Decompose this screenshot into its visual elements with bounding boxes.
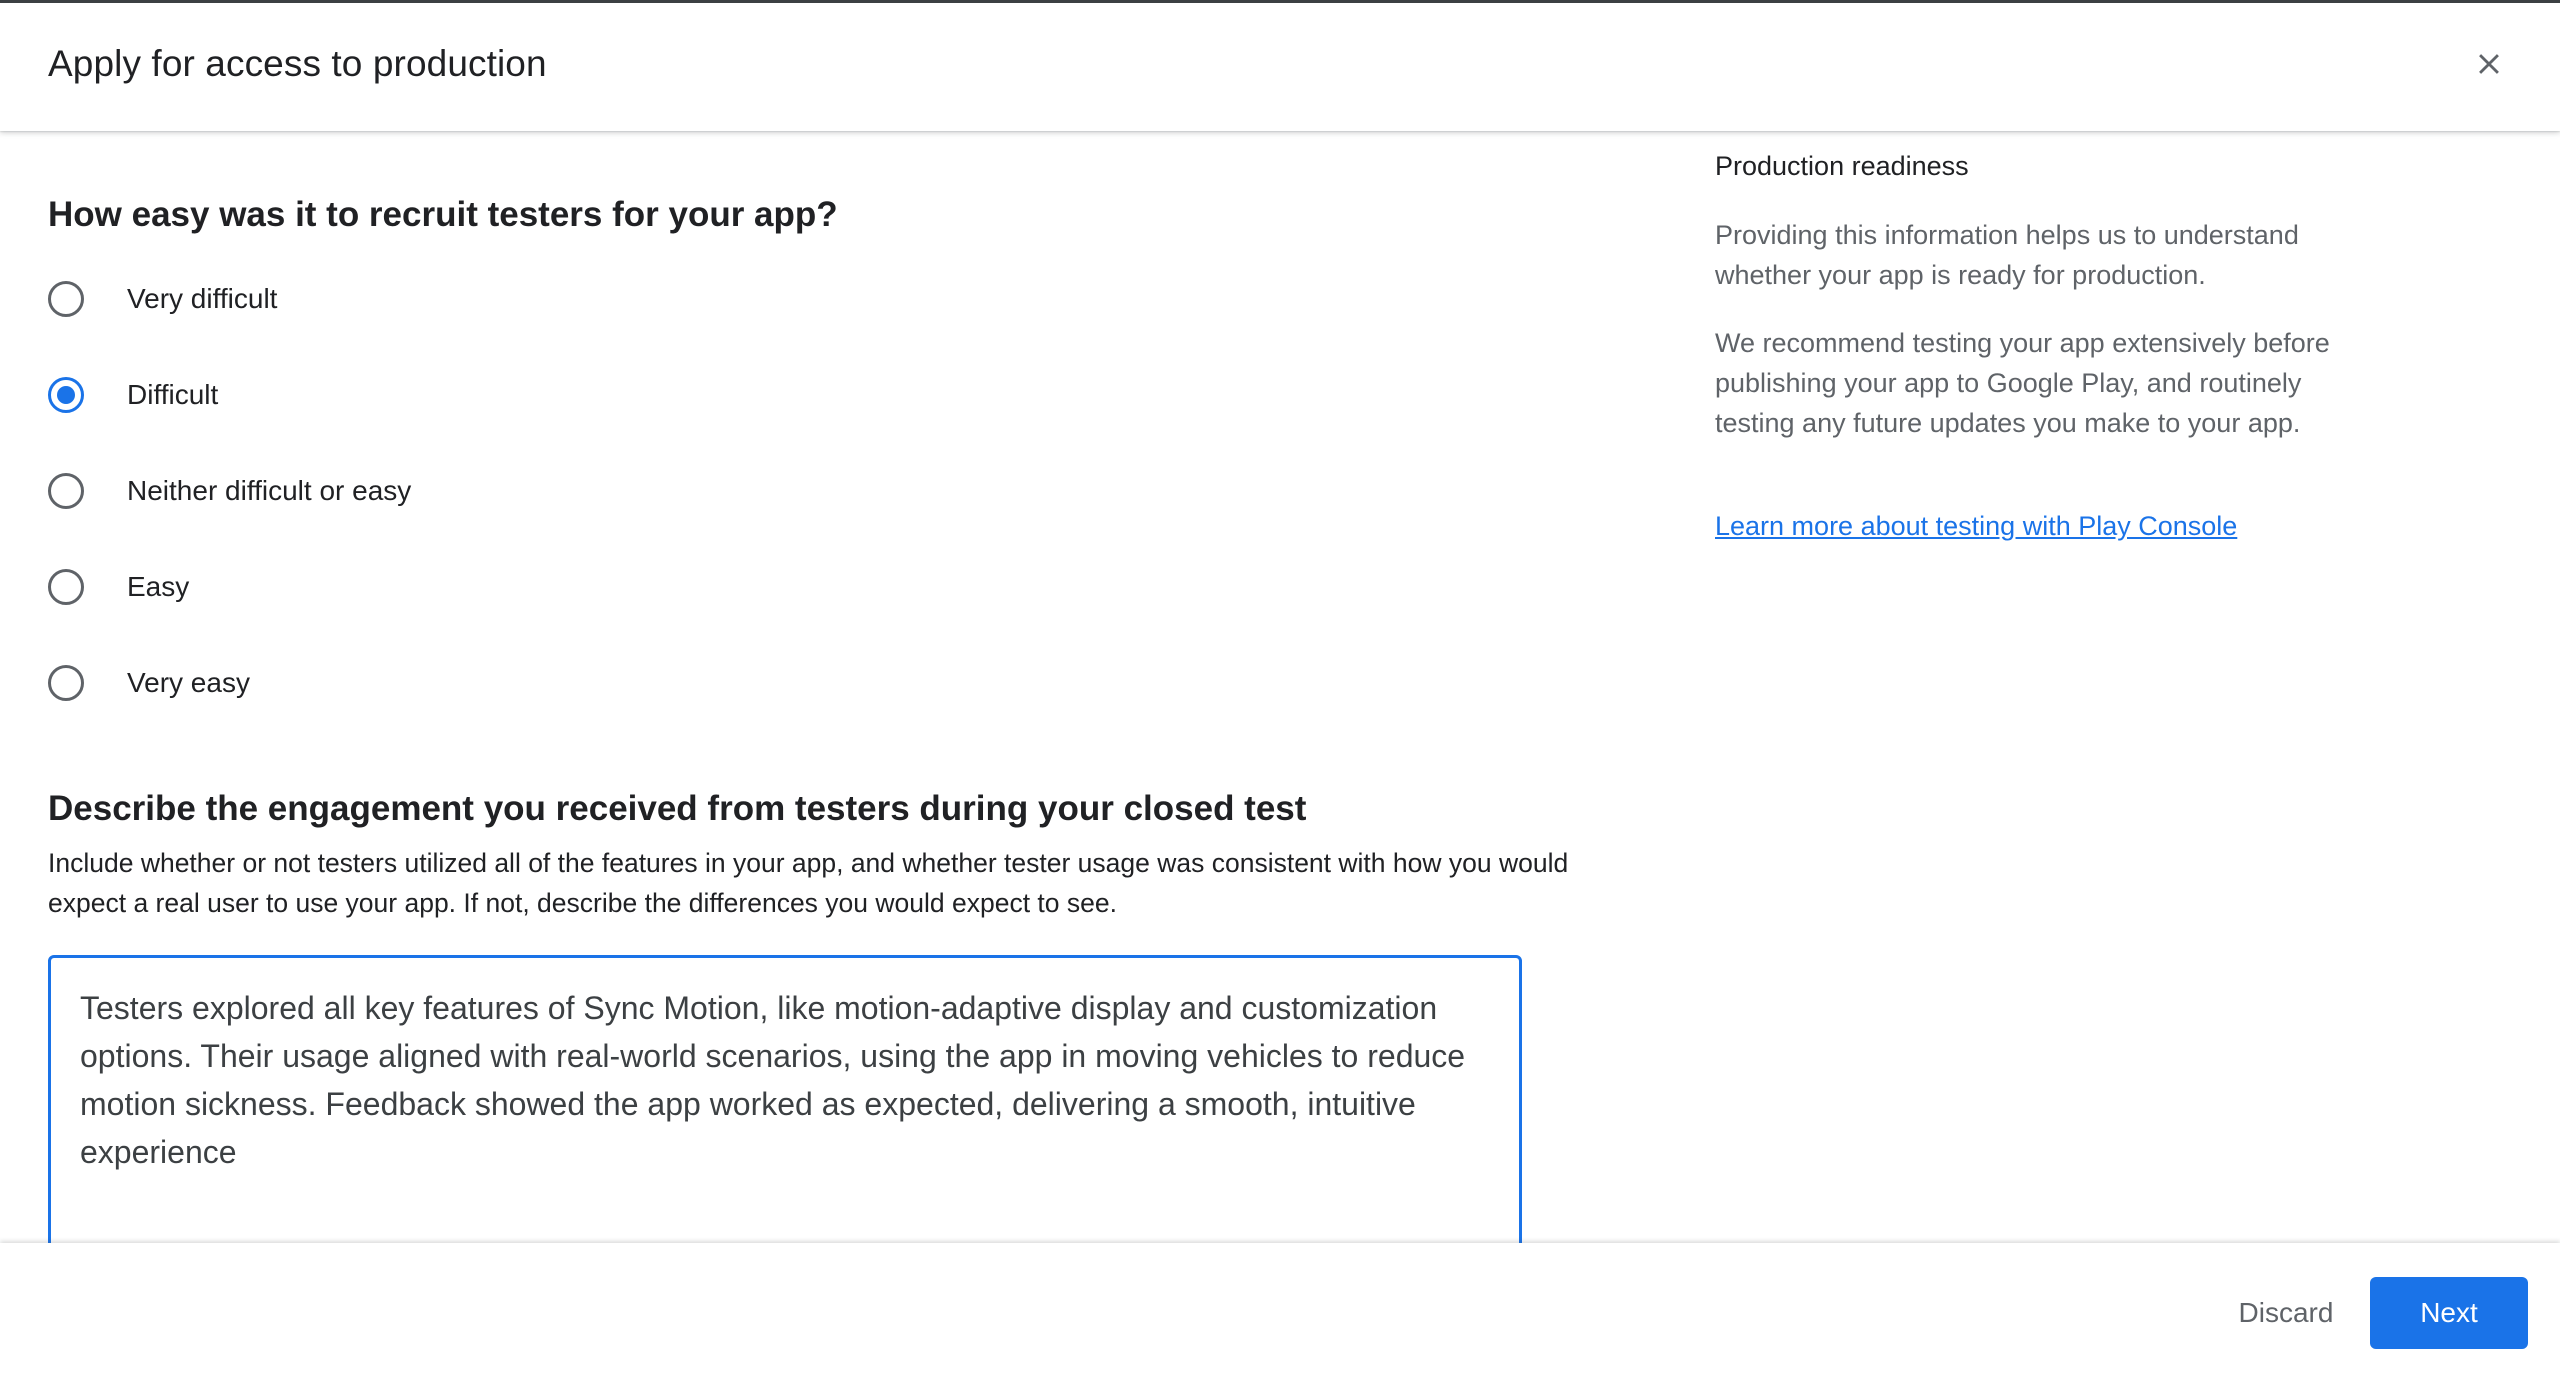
sidebar-title: Production readiness [1715,151,1969,181]
question-engagement-title: Describe the engagement you received fro… [48,789,1307,828]
dialog-header: Apply for access to production [0,3,2560,131]
learn-more-link[interactable]: Learn more about testing with Play Conso… [1715,511,2237,542]
sidebar-paragraph: Providing this information helps us to u… [1715,220,2299,290]
question-recruit-title: How easy was it to recruit testers for y… [48,195,838,234]
radio-label: Very easy [127,667,250,698]
radio-button-selected[interactable] [48,377,84,413]
radio-dot [57,386,75,404]
close-button[interactable] [2464,39,2514,89]
radio-button[interactable] [48,665,84,701]
close-icon [2479,54,2499,74]
form-content: How easy was it to recruit testers for y… [0,131,1620,1243]
next-button[interactable]: Next [2370,1277,2528,1349]
radio-button[interactable] [48,473,84,509]
radio-label: Difficult [127,379,219,410]
sidebar-paragraph: We recommend testing your app extensivel… [1715,328,2330,438]
radio-button[interactable] [48,281,84,317]
engagement-textarea[interactable]: Testers explored all key features of Syn… [48,955,1522,1243]
radio-difficult[interactable]: Difficult [48,373,218,417]
radio-label: Easy [127,571,190,602]
radio-label: Neither difficult or easy [127,475,412,506]
dialog-footer: Discard Next [0,1243,2560,1378]
radio-very-easy[interactable]: Very easy [48,661,250,705]
radio-very-difficult[interactable]: Very difficult [48,277,277,321]
radio-button[interactable] [48,569,84,605]
apply-production-dialog: Apply for access to production How easy … [0,0,2560,1378]
discard-button[interactable]: Discard [2214,1277,2358,1349]
dialog-title: Apply for access to production [48,43,547,84]
question-engagement-description: Include whether or not testers utilized … [48,848,1569,918]
radio-easy[interactable]: Easy [48,565,189,609]
radio-neither[interactable]: Neither difficult or easy [48,469,411,513]
radio-label: Very difficult [127,283,278,314]
